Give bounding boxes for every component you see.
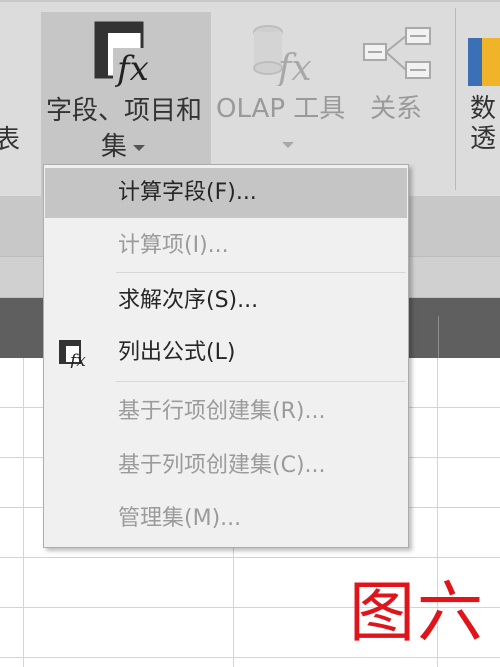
- menu-item-calculated-item[interactable]: 计算项(I)...: [45, 221, 407, 271]
- fields-items-sets-label-line1: 字段、项目和: [46, 96, 203, 126]
- menu-item-list-formulas[interactable]: fx 列出公式(L): [45, 328, 407, 378]
- relationships-icon: [363, 27, 431, 79]
- chevron-down-icon: [133, 144, 146, 151]
- olap-chevron-down-icon: [282, 142, 294, 148]
- fields-items-sets-label-line2: 集: [101, 130, 146, 164]
- menu-item-create-set-columns[interactable]: 基于列项创建集(C)...: [45, 441, 407, 491]
- fields-items-sets-menu: 计算字段(F)... 计算项(I)... 求解次序(S)... fx 列出公式(…: [43, 164, 409, 548]
- menu-item-label: 求解次序(S)...: [118, 288, 259, 313]
- pivot-button-label-line2[interactable]: 透: [470, 122, 496, 156]
- svg-text:fx: fx: [114, 49, 149, 89]
- svg-text:fx: fx: [68, 351, 86, 368]
- menu-item-create-set-rows[interactable]: 基于行项创建集(R)...: [45, 387, 407, 437]
- olap-cube-icon: fx: [253, 25, 312, 86]
- pivot-button-label-line1[interactable]: 数: [470, 92, 496, 126]
- menu-separator: [116, 272, 406, 273]
- olap-tools-button[interactable]: OLAP 工具: [216, 92, 345, 126]
- menu-item-label: 基于行项创建集(R)...: [118, 399, 326, 424]
- menu-item-calculated-field[interactable]: 计算字段(F)...: [45, 168, 407, 218]
- figure-caption: 图六: [349, 574, 485, 651]
- ribbon-partial-label-left[interactable]: 表: [0, 123, 20, 157]
- relationships-button[interactable]: 关系: [370, 92, 422, 126]
- menu-item-label: 基于列项创建集(C)...: [118, 453, 326, 478]
- pivot-chart-icon: [468, 38, 500, 86]
- menu-item-label: 计算项(I)...: [118, 233, 229, 258]
- menu-item-label: 列出公式(L): [118, 340, 236, 365]
- ribbon-group-separator: [455, 8, 456, 190]
- list-formulas-icon: fx: [59, 340, 86, 368]
- svg-text:fx: fx: [275, 48, 312, 86]
- calculated-field-icon: fx: [94, 21, 155, 89]
- menu-separator: [116, 381, 406, 382]
- menu-item-label: 管理集(M)...: [118, 506, 242, 531]
- menu-item-label: 计算字段(F)...: [118, 180, 257, 205]
- menu-item-solve-order[interactable]: 求解次序(S)...: [45, 276, 407, 326]
- menu-item-manage-sets[interactable]: 管理集(M)...: [45, 494, 407, 544]
- column-divider[interactable]: [438, 316, 439, 358]
